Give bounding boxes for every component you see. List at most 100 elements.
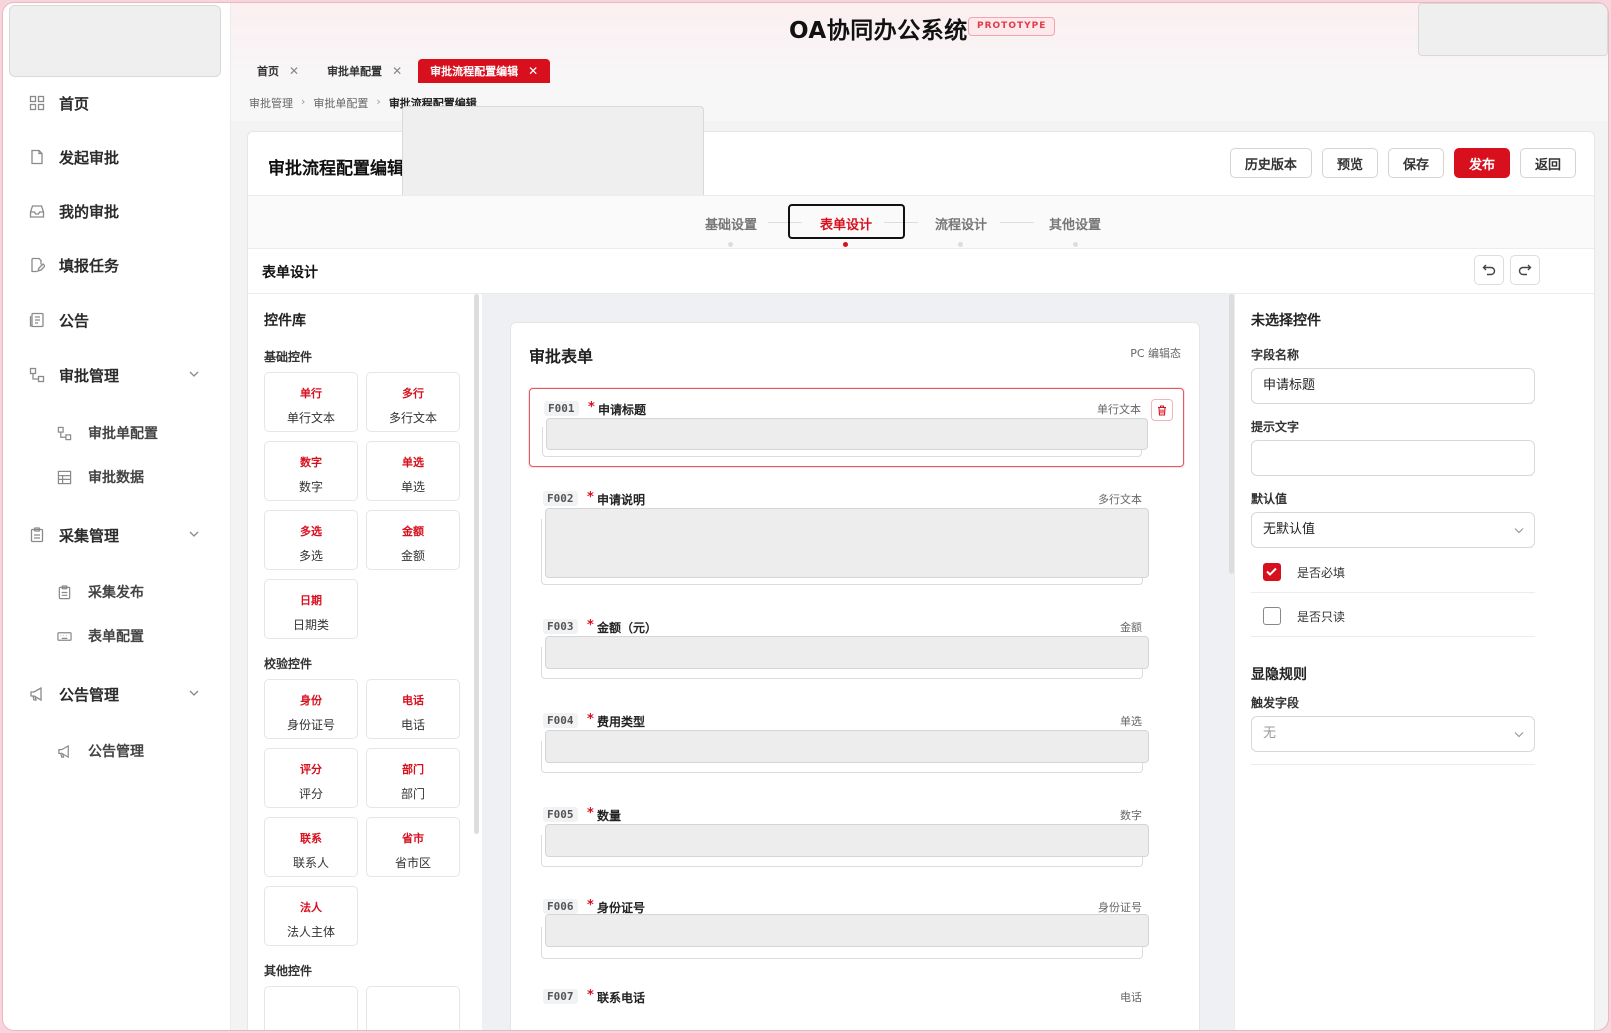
flow-icon: [57, 426, 72, 440]
tab-approval-config[interactable]: 审批单配置 ✕: [315, 59, 414, 83]
field-input-placeholder[interactable]: [545, 914, 1149, 947]
divider: [1251, 592, 1535, 593]
close-icon[interactable]: ✕: [289, 64, 299, 78]
form-field[interactable]: F004 * 费用类型 单选: [529, 701, 1184, 781]
breadcrumb-item[interactable]: 审批单配置: [313, 95, 368, 111]
sidebar-item-collect-mgmt[interactable]: 采集管理: [3, 515, 230, 555]
field-type: 单行文本: [1097, 403, 1141, 416]
tab-flow-edit[interactable]: 审批流程配置编辑 ✕: [418, 59, 551, 83]
hint-label: 提示文字: [1251, 420, 1300, 434]
app-window: 首页 发起审批 我的审批 填报任务 公告 审批管理 审批单配置 审批数据 采集管…: [2, 2, 1609, 1031]
control-item[interactable]: 联系 联系人: [264, 817, 358, 877]
back-button[interactable]: 返回: [1519, 148, 1576, 178]
step-form-design[interactable]: 表单设计: [820, 214, 872, 233]
chevron-down-icon[interactable]: [188, 528, 200, 540]
form-field[interactable]: F007 * 联系电话 电话: [529, 977, 1184, 1030]
control-item[interactable]: 电话 电话: [366, 679, 460, 739]
breadcrumb-item[interactable]: 审批管理: [249, 95, 293, 111]
step-basic[interactable]: 基础设置: [705, 214, 757, 233]
control-item[interactable]: 数字 数字: [264, 441, 358, 501]
field-input-placeholder[interactable]: [546, 418, 1148, 450]
megaphone-icon: [58, 744, 69, 758]
keyboard-icon: [57, 631, 72, 641]
control-item[interactable]: 部门 部门: [366, 748, 460, 808]
redo-button[interactable]: [1510, 255, 1540, 285]
library-scrollbar[interactable]: [474, 294, 479, 834]
form-field[interactable]: F003 * 金额（元） 金额: [529, 607, 1184, 687]
field-input-placeholder[interactable]: [545, 730, 1149, 763]
readonly-checkbox[interactable]: [1263, 607, 1281, 625]
default-select[interactable]: 无默认值: [1251, 512, 1535, 548]
sidebar-item-label: 采集发布: [88, 585, 144, 601]
sidebar-item-collect-publish[interactable]: 采集发布: [3, 574, 230, 610]
close-icon[interactable]: ✕: [392, 64, 402, 78]
control-item[interactable]: 多选 多选: [264, 510, 358, 570]
field-code: F006: [543, 899, 578, 914]
history-button[interactable]: 历史版本: [1229, 148, 1312, 178]
form-canvas: 审批表单 PC 编辑态 F001 * 申请标题 单行文本 F002 * 申请说明…: [482, 294, 1234, 1030]
sidebar-item-label: 公告管理: [88, 744, 144, 760]
form-title: 审批表单: [529, 347, 594, 366]
control-item[interactable]: [264, 986, 358, 1030]
tab-label: 审批流程配置编辑: [430, 65, 519, 78]
tab-bar: 首页 ✕ 审批单配置 ✕ 审批流程配置编辑 ✕: [245, 59, 554, 83]
control-item[interactable]: 单选 单选: [366, 441, 460, 501]
tab-home[interactable]: 首页 ✕: [245, 59, 311, 83]
form-field[interactable]: F006 * 身份证号 身份证号: [529, 887, 1184, 967]
required-mark: *: [587, 988, 594, 1003]
hint-input[interactable]: [1251, 440, 1535, 476]
sidebar-item-my-approval[interactable]: 我的审批: [3, 191, 230, 231]
control-tag: 省市: [402, 832, 424, 845]
control-item[interactable]: 身份 身份证号: [264, 679, 358, 739]
step-other[interactable]: 其他设置: [1049, 214, 1101, 233]
sidebar-item-notice-manage[interactable]: 公告管理: [3, 733, 230, 769]
control-item[interactable]: 金额 金额: [366, 510, 460, 570]
section-title: 表单设计: [262, 265, 318, 281]
undo-button[interactable]: [1474, 255, 1504, 285]
preview-button[interactable]: 预览: [1321, 148, 1378, 178]
delete-button[interactable]: [1151, 399, 1173, 421]
control-item[interactable]: 评分 评分: [264, 748, 358, 808]
control-item[interactable]: 单行 单行文本: [264, 372, 358, 432]
chevron-down-icon[interactable]: [188, 687, 200, 699]
form-field[interactable]: F002 * 申请说明 多行文本: [529, 479, 1184, 589]
close-icon[interactable]: ✕: [528, 64, 538, 78]
control-name: 单行文本: [286, 411, 335, 425]
divider: [248, 248, 1594, 249]
control-tag: 单行: [300, 387, 322, 400]
sidebar-item-notice-mgmt[interactable]: 公告管理: [3, 674, 230, 714]
control-name: 多选: [298, 549, 323, 563]
field-input-placeholder[interactable]: [545, 508, 1149, 578]
field-input-placeholder[interactable]: [545, 824, 1149, 857]
control-item[interactable]: 日期 日期类: [264, 579, 358, 639]
logo-placeholder: [9, 5, 221, 77]
field-name-input[interactable]: 申请标题: [1251, 368, 1535, 404]
default-select-value: 无默认值: [1263, 522, 1316, 537]
field-type: 金额: [1120, 621, 1142, 634]
sidebar-item-approval-config[interactable]: 审批单配置: [3, 415, 230, 451]
form-field-selected[interactable]: F001 * 申请标题 单行文本: [529, 388, 1184, 467]
tab-label: 审批单配置: [327, 65, 383, 78]
control-item[interactable]: 法人 法人主体: [264, 886, 358, 946]
sidebar-item-home[interactable]: 首页: [3, 83, 230, 123]
sidebar-item-notice[interactable]: 公告: [3, 300, 230, 340]
publish-button[interactable]: 发布: [1453, 148, 1510, 178]
sidebar-item-fill-task[interactable]: 填报任务: [3, 245, 230, 285]
sidebar-item-start-approval[interactable]: 发起审批: [3, 137, 230, 177]
control-item[interactable]: 多行 多行文本: [366, 372, 460, 432]
step-dot: [1073, 242, 1078, 247]
chevron-down-icon[interactable]: [188, 368, 200, 380]
sidebar-item-form-config[interactable]: 表单配置: [3, 618, 230, 654]
undo-icon: [1482, 264, 1496, 276]
field-input-placeholder[interactable]: [545, 636, 1149, 669]
step-flow-design[interactable]: 流程设计: [935, 214, 987, 233]
control-item[interactable]: 省市 省市区: [366, 817, 460, 877]
sidebar-item-approval-mgmt[interactable]: 审批管理: [3, 355, 230, 395]
control-item[interactable]: [366, 986, 460, 1030]
sidebar-item-label: 审批数据: [88, 470, 144, 486]
form-field[interactable]: F005 * 数量 数字: [529, 795, 1184, 875]
sidebar-item-approval-data[interactable]: 审批数据: [3, 459, 230, 495]
required-checkbox[interactable]: [1263, 563, 1281, 581]
trigger-select[interactable]: 无: [1251, 716, 1535, 752]
save-button[interactable]: 保存: [1387, 148, 1444, 178]
